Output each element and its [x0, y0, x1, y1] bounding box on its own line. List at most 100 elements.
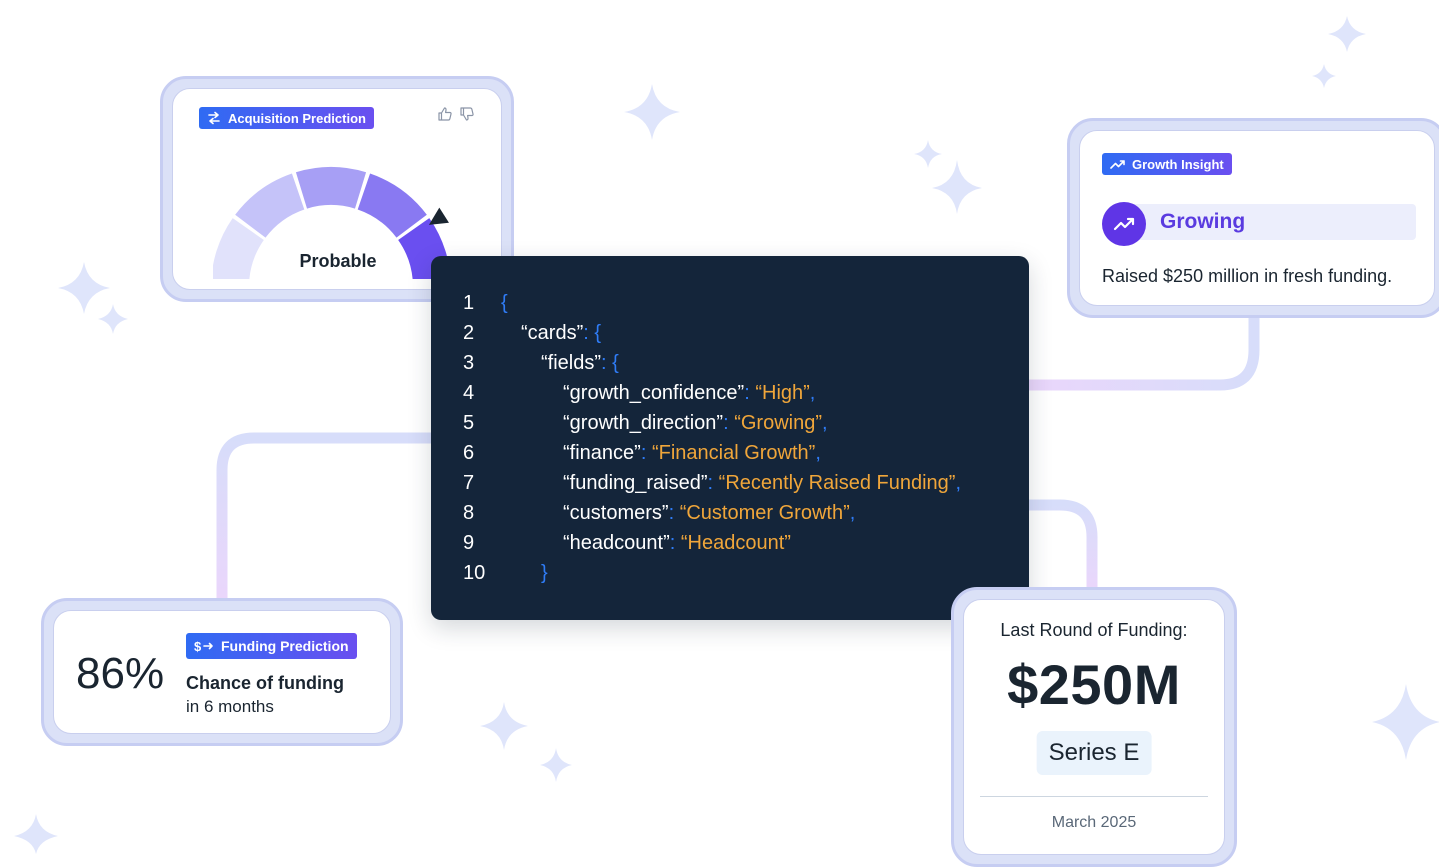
json-comma: ,: [809, 382, 816, 404]
growth-card-body: Growth Insight Growing Raised $250 milli…: [1079, 130, 1435, 306]
json-value: “High”: [755, 382, 810, 404]
code-text: “growth_direction”: “Growing”,: [563, 408, 828, 438]
growth-status-row: Growing: [1102, 202, 1420, 246]
sparkle-icon: [58, 262, 110, 314]
line-number: 8: [463, 502, 475, 524]
round-divider: [980, 796, 1208, 797]
growth-description: Raised $250 million in fresh funding.: [1102, 266, 1393, 286]
line-number: 3: [463, 352, 475, 374]
sparkle-icon: [480, 702, 528, 750]
line-number: 1: [463, 292, 475, 314]
arrows-exchange-icon: [208, 111, 220, 125]
acquisition-prediction-badge: Acquisition Prediction: [199, 107, 374, 129]
growth-status-indicator: [1102, 202, 1146, 246]
json-key: “fields”: [541, 352, 602, 374]
growth-insight-card: Growth Insight Growing Raised $250 milli…: [1067, 118, 1439, 318]
sparkle-icon: [1372, 684, 1439, 760]
growth-insight-badge: Growth Insight: [1102, 153, 1232, 175]
funding-percent: 86%: [76, 649, 165, 698]
sparkle-icon: [98, 304, 128, 334]
code-line: 1{: [431, 288, 1029, 318]
code-text: }: [541, 558, 548, 588]
svg-text:$: $: [194, 639, 202, 653]
json-key: “funding_raised”: [563, 472, 708, 494]
round-series-badge: Series E: [1036, 731, 1152, 775]
json-brace: {: [594, 322, 602, 344]
code-line: 9 “headcount”: “Headcount”: [431, 528, 1029, 558]
feedback-buttons: [437, 106, 475, 122]
code-line: 2 “cards”: {: [431, 318, 1029, 348]
code-colon: :: [669, 532, 681, 554]
gauge-pointer-icon: [428, 207, 449, 225]
code-text: “finance”: “Financial Growth”,: [563, 438, 821, 468]
connector-line: [216, 432, 438, 606]
json-value: “Financial Growth”: [651, 442, 816, 464]
sparkle-icon: [932, 160, 982, 214]
json-comma: ,: [815, 442, 821, 464]
code-line: 3 “fields”: {: [431, 348, 1029, 378]
last-round-card: Last Round of Funding: $250M Series E Ma…: [951, 587, 1237, 867]
code-colon: :: [744, 382, 756, 404]
round-date: March 2025: [1051, 814, 1137, 831]
sparkle-icon: [14, 814, 58, 854]
code-text: “fields”: {: [541, 348, 619, 378]
code-text: “headcount”: “Headcount”: [563, 528, 791, 558]
line-number: 9: [463, 532, 475, 554]
sparkle-icon: [624, 84, 680, 140]
code-line: 8 “customers”: “Customer Growth”,: [431, 498, 1029, 528]
json-key: “headcount”: [563, 532, 670, 554]
code-text: “growth_confidence”: “High”,: [563, 378, 815, 408]
json-brace: {: [501, 292, 508, 314]
json-value: “Customer Growth”: [679, 502, 850, 524]
code-text: {: [501, 288, 508, 318]
json-brace: }: [541, 562, 548, 584]
funding-prediction-badge: $ Funding Prediction: [186, 633, 357, 659]
json-key: “customers”: [563, 502, 669, 524]
round-amount: $250M: [1007, 653, 1181, 716]
connector-line: [1022, 310, 1260, 391]
code-text: “funding_raised”: “Recently Raised Fundi…: [563, 468, 961, 498]
sparkle-icon: [914, 140, 942, 168]
connector-line: [1022, 499, 1098, 596]
gauge-segment: [295, 167, 367, 209]
line-number: 5: [463, 412, 475, 434]
code-text: “customers”: “Customer Growth”,: [563, 498, 855, 528]
growth-status-text: Growing: [1160, 210, 1246, 233]
code-colon: :: [707, 472, 719, 494]
thumbs-up-icon[interactable]: [437, 106, 453, 122]
json-comma: ,: [822, 412, 828, 434]
json-key: “finance”: [563, 442, 641, 464]
funding-subtitle: in 6 months: [186, 697, 274, 716]
line-number: 6: [463, 442, 475, 464]
dollar-arrow-icon: $: [194, 639, 213, 653]
json-brace: {: [612, 352, 619, 374]
json-value: “Headcount”: [680, 532, 791, 554]
line-number: 2: [463, 322, 475, 344]
round-title: Last Round of Funding:: [1000, 620, 1188, 640]
growth-badge-label: Growth Insight: [1132, 156, 1224, 172]
funding-prediction-card: 86% $ Funding Prediction Chance of fundi…: [41, 598, 403, 746]
round-card-body: Last Round of Funding: $250M Series E Ma…: [963, 599, 1225, 855]
json-key: “cards”: [521, 322, 584, 344]
code-colon: :: [723, 412, 735, 434]
json-comma: ,: [955, 472, 961, 494]
code-colon: :: [668, 502, 680, 524]
code-colon: :: [583, 322, 595, 344]
acquisition-badge-label: Acquisition Prediction: [228, 110, 366, 126]
code-colon: :: [601, 352, 613, 374]
code-line: 10}: [431, 558, 1029, 588]
code-line: 7 “funding_raised”: “Recently Raised Fund…: [431, 468, 1029, 498]
code-line: 6 “finance”: “Financial Growth”,: [431, 438, 1029, 468]
json-key: “growth_confidence”: [563, 382, 745, 404]
code-line: 4 “growth_confidence”: “High”,: [431, 378, 1029, 408]
trending-up-icon: [1113, 217, 1135, 231]
funding-badge-label: Funding Prediction: [221, 638, 349, 654]
funding-card-body: 86% $ Funding Prediction Chance of fundi…: [53, 610, 391, 734]
line-number: 4: [463, 382, 475, 404]
line-number: 7: [463, 472, 475, 494]
sparkle-icon: [1328, 16, 1366, 52]
thumbs-down-icon[interactable]: [459, 106, 475, 122]
code-line: 5 “growth_direction”: “Growing”,: [431, 408, 1029, 438]
code-colon: :: [640, 442, 652, 464]
json-comma: ,: [849, 502, 856, 524]
